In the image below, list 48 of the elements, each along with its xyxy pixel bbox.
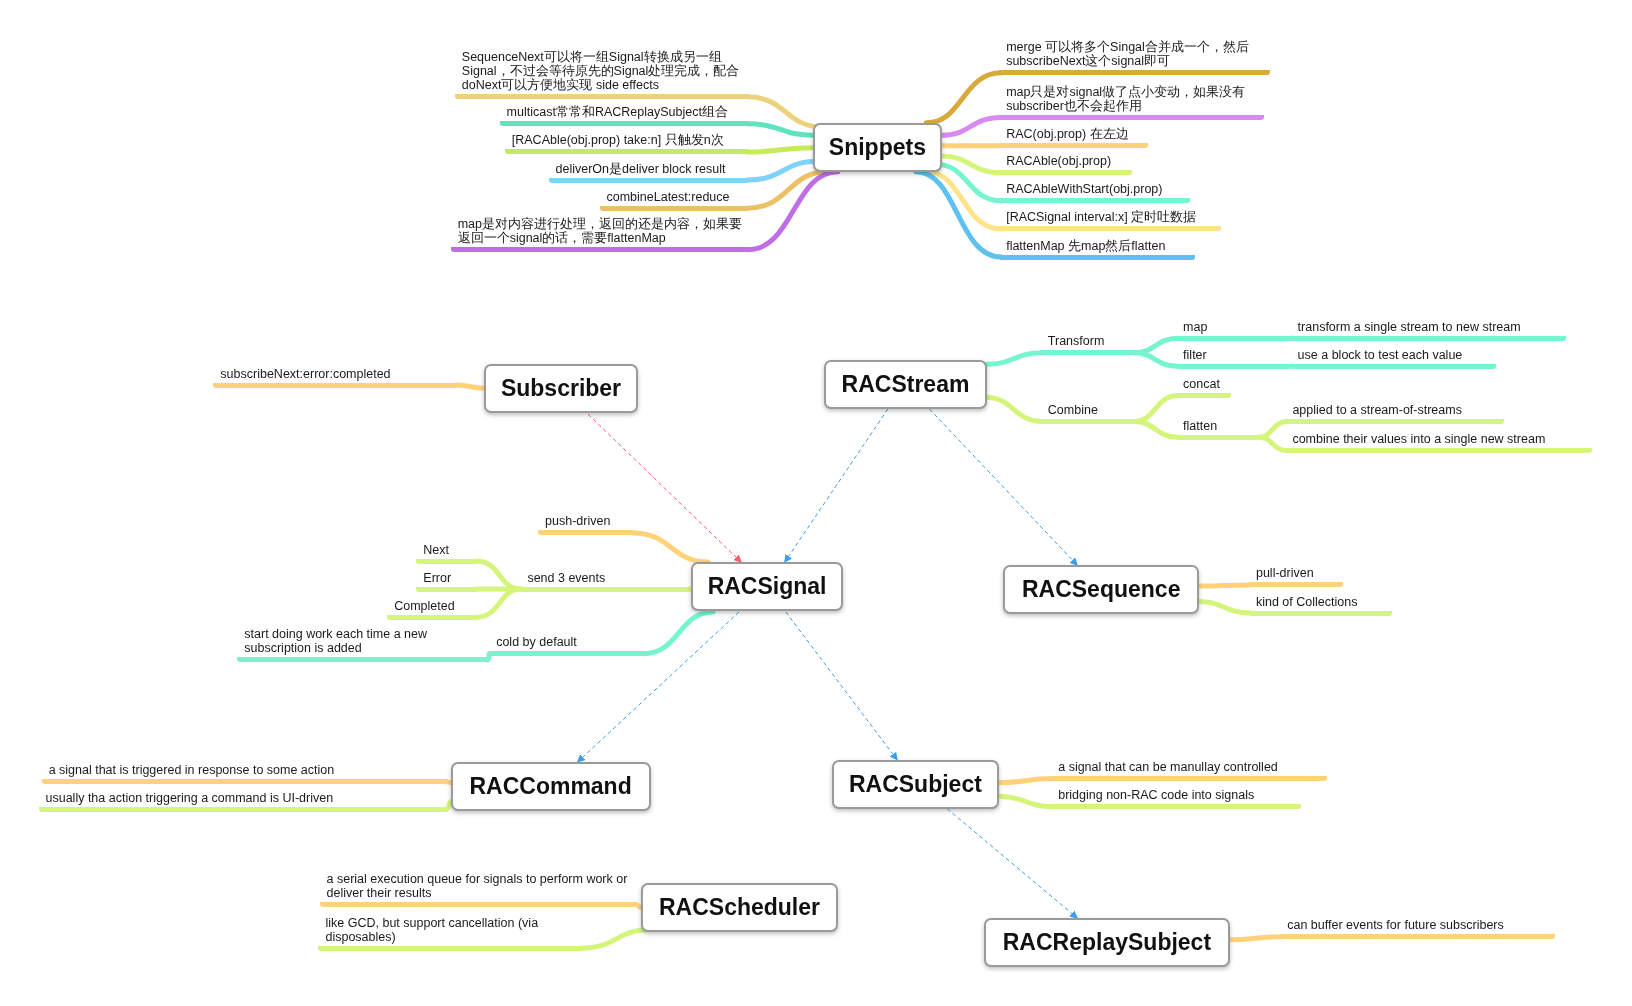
topic-node[interactable]: RACScheduler [641, 882, 838, 932]
topic-node[interactable]: RACStream [824, 360, 987, 409]
topic-node[interactable]: RACCommand [450, 761, 651, 811]
topic-node[interactable]: RACSignal [691, 562, 844, 611]
branch-label: merge 可以将多个Singal合并成一个，然后subscribeNext这个signal即可 [999, 40, 1270, 76]
topic-node[interactable]: Snippets [812, 122, 942, 172]
branch-label: Next [416, 542, 479, 564]
branch-label: map只是对signal做了点小变动，如果没有subscriber也不会起作用 [999, 85, 1264, 121]
branch-label: applied to a stream-of-streams [1285, 403, 1504, 424]
branch-label: flattenMap 先map然后flatten [999, 238, 1195, 260]
branch-label: SequenceNext可以将一组Signal转换成另一组Signal，不过会等待原先的Signal处理完成，配合doNext可以方便地实现 side effects [454, 50, 750, 100]
branch-label: subscribeNext:error:completed [213, 366, 458, 388]
branch-label: Transform [1040, 334, 1135, 356]
branch-label: a serial execution queue for signals to perform work or deliver their results [319, 871, 637, 907]
branch-label: map是对内容进行处理，返回的还是内容，如果要返回一个signal的话，需要flattenMap [450, 217, 750, 253]
branch-label: transform a single stream to new stream [1290, 319, 1567, 341]
topic-node[interactable]: RACSequence [1003, 565, 1199, 615]
branch-label: a signal that can be manullay controlled [1051, 760, 1328, 781]
branch-label: Completed [387, 598, 479, 620]
topic-node[interactable]: Subscriber [483, 364, 638, 414]
branch-label: cold by default [489, 635, 646, 657]
branch-label: [RACAble(obj.prop) take:n] 只触发n次 [504, 133, 750, 155]
branch-label: pull-driven [1248, 566, 1343, 588]
branch-label: start doing work each time a new subscription is added [237, 627, 490, 663]
branch-label: multicast常常和RACReplaySubject组合 [499, 105, 750, 127]
branch-label: combine their values into a single new stream [1285, 432, 1593, 454]
branch-label: use a block to test each value [1290, 347, 1496, 369]
topic-node[interactable]: RACReplaySubject [983, 918, 1231, 967]
branch-label: bridging non-RAC code into signals [1051, 788, 1301, 810]
branch-label: [RACSignal interval:x] 定时吐数据 [999, 210, 1221, 232]
branch-label: RACAbleWithStart(obj.prop) [999, 182, 1190, 204]
branch-label: usually tha action triggering a command is UI-driven [38, 791, 448, 813]
branch-label: flatten [1176, 418, 1260, 440]
branch-label: RACAble(obj.prop) [999, 154, 1133, 176]
topic-node[interactable]: RACSubject [831, 759, 1000, 809]
branch-label: kind of Collections [1248, 594, 1392, 616]
branch-label: concat [1176, 377, 1232, 398]
branch-label: Error [416, 570, 479, 592]
branch-label: deliverOn是deliver block result [548, 161, 750, 183]
branch-label: push-driven [538, 514, 635, 536]
branch-label: filter [1176, 347, 1291, 369]
branch-label: Combine [1040, 403, 1135, 424]
branch-label: map [1176, 319, 1291, 341]
branch-label: RAC(obj.prop) 在左边 [999, 127, 1148, 149]
branch-label: can buffer events for future subscribers [1280, 918, 1555, 940]
branch-label: combineLatest:reduce [599, 189, 750, 211]
branch-label: a signal that is triggered in response to some action [41, 763, 448, 785]
branch-label: like GCD, but support cancellation (via disposables) [318, 915, 583, 951]
